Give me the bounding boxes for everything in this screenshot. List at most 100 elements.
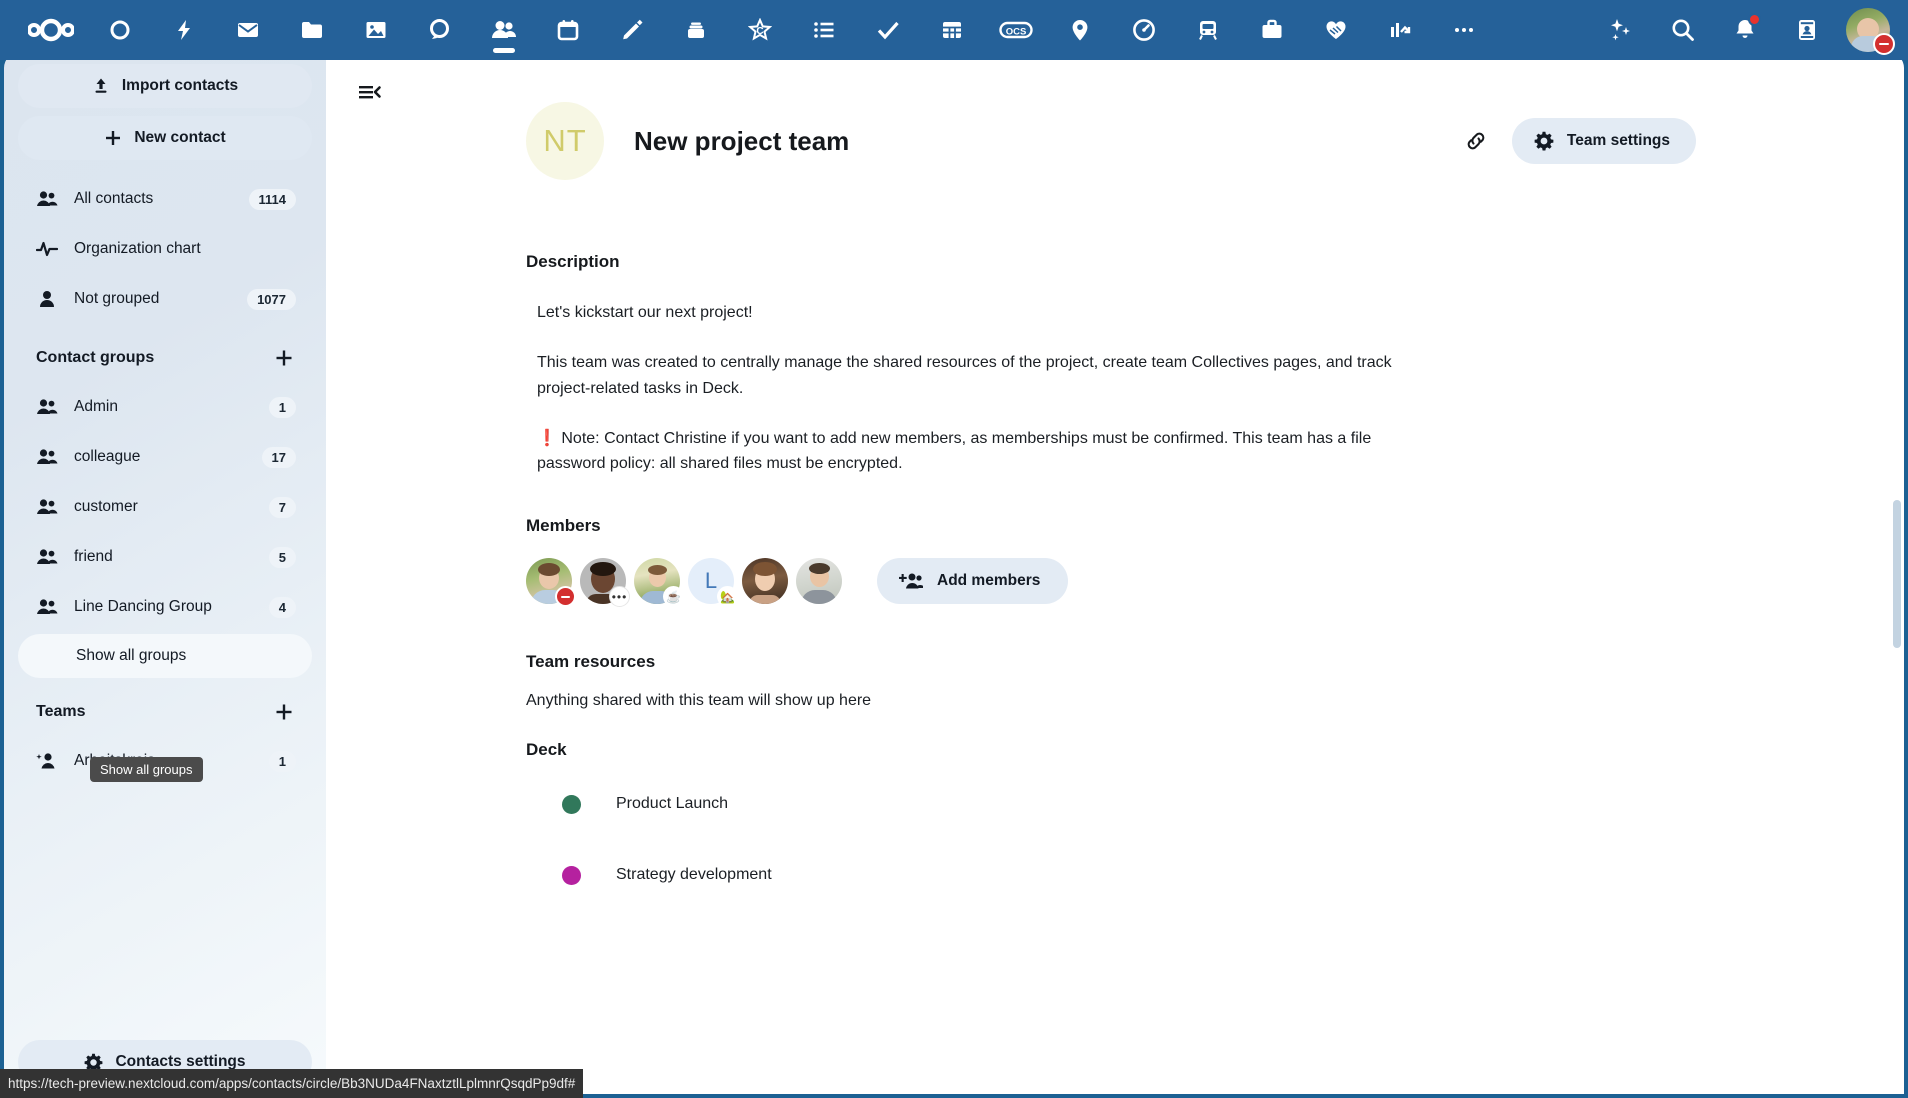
member-avatar-2[interactable]: ••• [580, 558, 626, 604]
notifications-bell-icon[interactable] [1714, 0, 1776, 60]
deck-board-strategy-development[interactable]: Strategy development [562, 863, 1904, 887]
board-color-dot [562, 866, 581, 885]
team-resources-section: Team resources Anything shared with this… [526, 652, 1904, 887]
app-navigation-sidebar: Import contacts New contact All contacts… [4, 52, 326, 1094]
analytics-icon[interactable] [1368, 0, 1432, 60]
maps-icon[interactable] [1048, 0, 1112, 60]
sidebar-item-label: Not grouped [74, 290, 231, 308]
photos-icon[interactable] [344, 0, 408, 60]
ocs-icon[interactable]: OCS [984, 0, 1048, 60]
link-icon[interactable] [1458, 123, 1494, 159]
user-avatar[interactable] [1846, 8, 1890, 52]
calendar-icon[interactable] [536, 0, 600, 60]
member-avatar-5[interactable] [742, 558, 788, 604]
show-all-groups-button[interactable]: Show all groups [18, 634, 312, 678]
sidebar-group-count: 5 [269, 547, 296, 568]
more-apps-icon[interactable] [1432, 0, 1496, 60]
sidebar-group-customer[interactable]: customer 7 [18, 482, 312, 532]
tasks-icon[interactable] [792, 0, 856, 60]
sidebar-group-count: 1 [269, 397, 296, 418]
gear-icon [1534, 131, 1554, 151]
contact-groups-title: Contact groups [36, 349, 270, 367]
away-status-icon: ••• [609, 586, 630, 607]
collapse-sidebar-icon[interactable] [350, 72, 390, 112]
new-contact-button[interactable]: New contact [18, 116, 312, 160]
sidebar-group-count: 7 [269, 497, 296, 518]
team-avatar: NT [526, 102, 604, 180]
sidebar-group-admin[interactable]: Admin 1 [18, 382, 312, 432]
members-heading: Members [526, 516, 1904, 536]
contacts-icon[interactable] [472, 0, 536, 60]
sidebar-group-colleague[interactable]: colleague 17 [18, 432, 312, 482]
svg-text:OCS: OCS [1006, 27, 1027, 38]
sidebar-item-not-grouped[interactable]: Not grouped 1077 [18, 274, 312, 324]
notes-icon[interactable] [600, 0, 664, 60]
nextcloud-logo[interactable] [14, 0, 88, 60]
add-team-button[interactable] [270, 698, 298, 726]
sidebar-group-label: colleague [74, 448, 246, 466]
sidebar-group-count: 4 [269, 597, 296, 618]
description-body: Let's kickstart our next project! This t… [526, 300, 1904, 476]
sidebar-group-count: 17 [262, 447, 296, 468]
member-avatar-6[interactable] [796, 558, 842, 604]
plus-icon [274, 702, 294, 722]
team-settings-label: Team settings [1567, 132, 1670, 150]
sidebar-group-friend[interactable]: friend 5 [18, 532, 312, 582]
sidebar-item-organization-chart[interactable]: Organization chart [18, 224, 312, 274]
add-contact-group-button[interactable] [270, 344, 298, 372]
member-avatar-1[interactable] [526, 558, 572, 604]
primary-nav-list: All contacts 1114 Organization chart Not… [18, 174, 312, 324]
dashboard-icon[interactable] [88, 0, 152, 60]
app-navigation-icons: C OCS [88, 0, 1590, 60]
board-label: Strategy development [616, 866, 772, 884]
mail-icon[interactable] [216, 0, 280, 60]
deck-board-list: Product Launch Strategy development [526, 792, 1904, 887]
sidebar-item-label: All contacts [74, 190, 233, 208]
vertical-scrollbar[interactable] [1893, 500, 1901, 648]
team-settings-button[interactable]: Team settings [1512, 118, 1696, 164]
sidebar-group-label: customer [74, 498, 253, 516]
contacts-menu-icon[interactable] [1776, 0, 1838, 60]
show-all-groups-tooltip: Show all groups [90, 757, 203, 782]
add-member-icon [899, 571, 923, 591]
add-members-button[interactable]: Add members [877, 558, 1068, 604]
checkmark-icon[interactable] [856, 0, 920, 60]
collectives-icon[interactable] [664, 0, 728, 60]
teams-header: Teams [18, 688, 312, 736]
transport-icon[interactable] [1176, 0, 1240, 60]
person-icon [36, 289, 58, 309]
deck-heading: Deck [526, 740, 1904, 760]
import-contacts-button[interactable]: Import contacts [18, 64, 312, 108]
handshake-heart-icon[interactable] [1304, 0, 1368, 60]
briefcase-icon[interactable] [1240, 0, 1304, 60]
sidebar-item-all-contacts[interactable]: All contacts 1114 [18, 174, 312, 224]
sidebar-group-line-dancing-group[interactable]: Line Dancing Group 4 [18, 582, 312, 632]
description-paragraph-3: ❗ Note: Contact Christine if you want to… [537, 426, 1417, 477]
deck-board-product-launch[interactable]: Product Launch [562, 792, 1904, 816]
new-contact-label: New contact [134, 129, 225, 147]
sidebar-team-count: 1 [269, 751, 296, 772]
member-avatar-4[interactable]: L 🏡 [688, 558, 734, 604]
group-icon [36, 597, 58, 617]
notification-badge [1748, 13, 1761, 26]
search-icon[interactable] [1652, 0, 1714, 60]
sidebar-item-count: 1077 [247, 289, 296, 310]
contact-groups-header: Contact groups [18, 334, 312, 382]
member-avatar-3[interactable]: ☕ [634, 558, 680, 604]
activity-icon[interactable] [152, 0, 216, 60]
files-icon[interactable] [280, 0, 344, 60]
org-chart-icon [36, 239, 58, 259]
team-resources-heading: Team resources [526, 652, 1904, 672]
coffee-status-icon: ☕ [663, 586, 684, 607]
group-icon [36, 547, 58, 567]
top-bar-right-actions [1590, 0, 1894, 60]
circles-icon[interactable]: C [728, 0, 792, 60]
tables-icon[interactable] [920, 0, 984, 60]
speed-icon[interactable] [1112, 0, 1176, 60]
sidebar-item-label: Organization chart [74, 240, 296, 258]
assistant-sparkles-icon[interactable] [1590, 0, 1652, 60]
search-app-icon[interactable] [408, 0, 472, 60]
description-section: Description Let's kickstart our next pro… [526, 252, 1904, 476]
plus-icon [104, 129, 122, 147]
description-heading: Description [526, 252, 1904, 272]
